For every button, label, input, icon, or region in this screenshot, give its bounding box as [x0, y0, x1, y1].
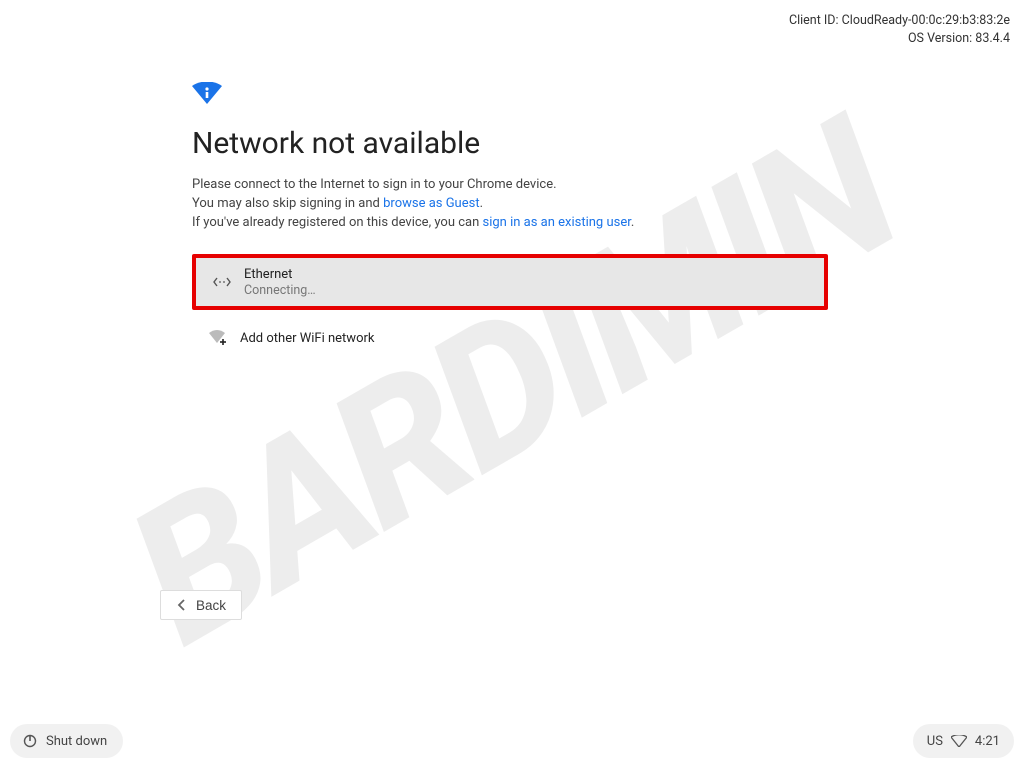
os-version-label: OS Version:: [908, 31, 972, 46]
ethernet-status: Connecting…: [244, 283, 316, 298]
wifi-info-icon: [192, 82, 222, 104]
keyboard-indicator: US: [927, 734, 943, 749]
network-status-icon: [951, 735, 967, 747]
desc-line2-prefix: You may also skip signing in and: [192, 196, 383, 211]
shutdown-label: Shut down: [46, 734, 107, 749]
clock: 4:21: [975, 734, 1000, 749]
client-id-label: Client ID:: [789, 13, 839, 28]
power-icon: [22, 733, 38, 749]
network-list: Ethernet Connecting… Add other WiFi netw…: [192, 254, 828, 366]
chevron-left-icon: [176, 599, 188, 611]
network-item-add-wifi[interactable]: Add other WiFi network: [192, 310, 828, 366]
wifi-add-icon: [200, 329, 236, 347]
shut-down-button[interactable]: Shut down: [10, 724, 123, 758]
ethernet-title: Ethernet: [244, 267, 316, 282]
back-button[interactable]: Back: [160, 590, 242, 620]
system-info: Client ID: CloudReady-00:0c:29:b3:83:2e …: [789, 12, 1010, 48]
client-id-value: CloudReady-00:0c:29:b3:83:2e: [842, 13, 1010, 28]
back-label: Back: [196, 598, 226, 613]
add-wifi-title: Add other WiFi network: [240, 331, 375, 346]
network-item-ethernet[interactable]: Ethernet Connecting…: [192, 254, 828, 310]
os-version-value: 83.4.4: [975, 31, 1010, 46]
sign-in-existing-link[interactable]: sign in as an existing user: [483, 215, 631, 230]
desc-line3-prefix: If you've already registered on this dev…: [192, 215, 483, 230]
page-title: Network not available: [192, 126, 832, 161]
browse-as-guest-link[interactable]: browse as Guest: [383, 196, 479, 211]
status-tray[interactable]: US 4:21: [913, 724, 1014, 758]
description-text: Please connect to the Internet to sign i…: [192, 175, 832, 232]
desc-line1: Please connect to the Internet to sign i…: [192, 175, 832, 194]
ethernet-icon: [204, 276, 240, 288]
